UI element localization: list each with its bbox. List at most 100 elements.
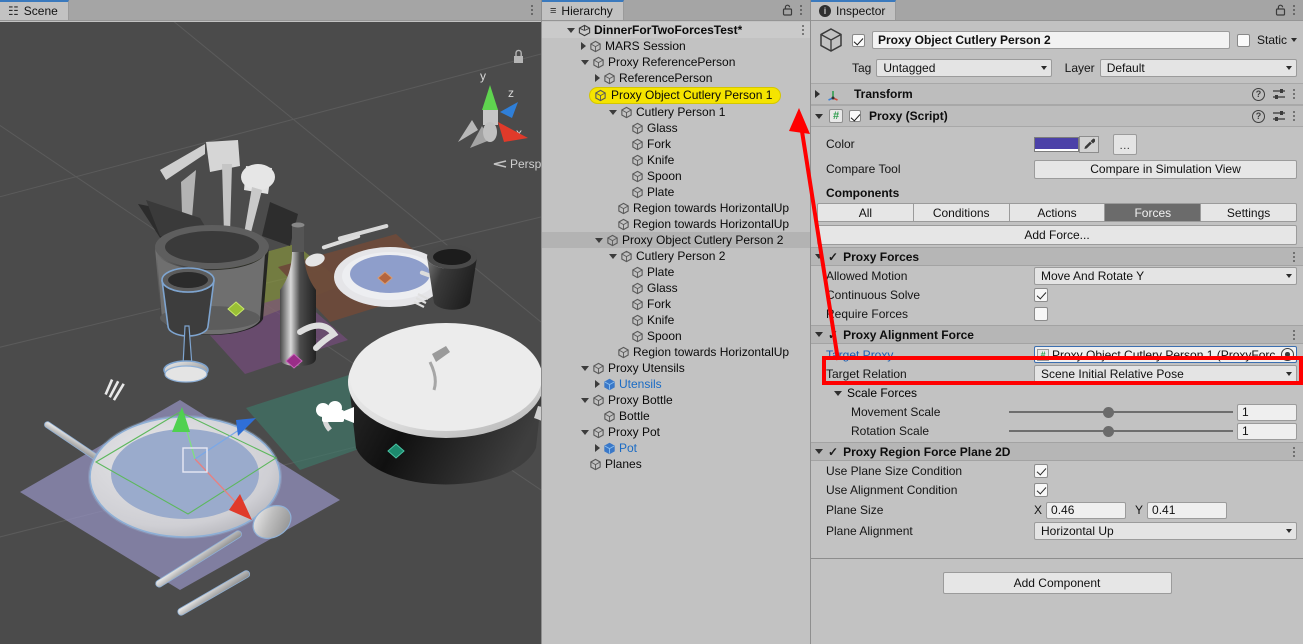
eyedropper-icon[interactable] [1079, 136, 1099, 153]
hierarchy-scene-root[interactable]: DinnerForTwoForcesTest* [542, 22, 810, 38]
target-relation-dropdown[interactable]: Scene Initial Relative Pose [1034, 365, 1297, 383]
proxy-script-enabled-checkbox[interactable] [849, 110, 861, 122]
use-plane-size-condition-checkbox[interactable] [1034, 464, 1048, 478]
chevron-down-icon[interactable] [581, 430, 589, 435]
help-icon[interactable]: ? [1252, 88, 1265, 101]
use-alignment-condition-checkbox[interactable] [1034, 483, 1048, 497]
add-component-button[interactable]: Add Component [943, 572, 1172, 594]
color-more-button[interactable]: ... [1113, 134, 1137, 155]
scale-forces-foldout[interactable]: Scale Forces [811, 384, 1303, 402]
chevron-right-icon[interactable] [581, 42, 586, 50]
hierarchy-item-pot[interactable]: Pot [542, 440, 810, 456]
object-picker-icon[interactable] [1281, 348, 1294, 361]
tab-inspector[interactable]: i Inspector [811, 0, 896, 20]
compare-in-simulation-view-button[interactable]: Compare in Simulation View [1034, 160, 1297, 179]
hierarchy-item-glass[interactable]: Glass [542, 280, 810, 296]
chevron-right-icon[interactable] [595, 444, 600, 452]
chevron-right-icon[interactable] [595, 380, 600, 388]
section-menu-icon[interactable] [1293, 328, 1297, 342]
hierarchy-item-proxy-object-cutlery-person-2[interactable]: Proxy Object Cutlery Person 2 [542, 232, 810, 248]
hierarchy-item-proxy-pot[interactable]: Proxy Pot [542, 424, 810, 440]
hierarchy-item-knife[interactable]: Knife [542, 152, 810, 168]
component-filter-tabs[interactable]: AllConditionsActionsForcesSettings [817, 203, 1297, 222]
hierarchy-item-proxy-referenceperson[interactable]: Proxy ReferencePerson [542, 54, 810, 70]
rotation-scale-input[interactable]: 1 [1237, 423, 1297, 440]
hierarchy-item-utensils[interactable]: Utensils [542, 376, 810, 392]
add-force-button[interactable]: Add Force... [817, 225, 1297, 245]
plane-size-y-input[interactable]: 0.41 [1147, 502, 1227, 519]
chevron-down-icon[interactable] [815, 254, 823, 259]
static-checkbox[interactable] [1237, 34, 1250, 47]
movement-scale-input[interactable]: 1 [1237, 404, 1297, 421]
chevron-down-icon[interactable] [815, 332, 823, 337]
chevron-down-icon[interactable] [595, 238, 603, 243]
static-dropdown[interactable]: Static [1257, 33, 1297, 47]
chevron-down-icon[interactable] [581, 366, 589, 371]
filter-tab-forces[interactable]: Forces [1105, 203, 1201, 222]
filter-tab-settings[interactable]: Settings [1201, 203, 1297, 222]
component-menu-icon[interactable] [1293, 109, 1297, 123]
allowed-motion-dropdown[interactable]: Move And Rotate Y [1034, 267, 1297, 285]
chevron-down-icon[interactable] [609, 110, 617, 115]
plane-size-x-input[interactable]: 0.46 [1046, 502, 1126, 519]
filter-tab-actions[interactable]: Actions [1010, 203, 1106, 222]
section-header-proxy-region-force-plane-2d[interactable]: ✓ Proxy Region Force Plane 2D [811, 442, 1303, 461]
hierarchy-item-proxy-utensils[interactable]: Proxy Utensils [542, 360, 810, 376]
chevron-down-icon[interactable] [834, 391, 842, 396]
filter-tab-all[interactable]: All [817, 203, 914, 222]
tag-dropdown[interactable]: Untagged [876, 59, 1051, 77]
section-menu-icon[interactable] [1293, 250, 1297, 264]
gameobject-enabled-checkbox[interactable] [852, 34, 865, 47]
movement-scale-slider[interactable] [1009, 411, 1237, 413]
preset-icon[interactable] [1272, 88, 1286, 100]
hierarchy-item-region-towards-horizontalup[interactable]: Region towards HorizontalUp [542, 200, 810, 216]
hierarchy-item-proxy-bottle[interactable]: Proxy Bottle [542, 392, 810, 408]
hierarchy-highlight-badge[interactable]: Proxy Object Cutlery Person 1 [589, 87, 781, 104]
hierarchy-item-cutlery-person-1[interactable]: Cutlery Person 1 [542, 104, 810, 120]
target-proxy-object-field[interactable]: # Proxy Object Cutlery Person 1 (ProxyFo… [1034, 346, 1297, 363]
hierarchy-item-cutlery-person-2[interactable]: Cutlery Person 2 [542, 248, 810, 264]
hierarchy-item-bottle[interactable]: Bottle [542, 408, 810, 424]
chevron-down-icon[interactable] [815, 449, 823, 454]
component-menu-icon[interactable] [1293, 87, 1297, 101]
chevron-down-icon[interactable] [581, 398, 589, 403]
component-header-transform[interactable]: Transform ? [811, 83, 1303, 105]
tab-hierarchy[interactable]: ≡ Hierarchy [542, 0, 624, 20]
plane-alignment-dropdown[interactable]: Horizontal Up [1034, 522, 1297, 540]
hierarchy-item-fork[interactable]: Fork [542, 296, 810, 312]
help-icon[interactable]: ? [1252, 110, 1265, 123]
proxy-forces-enabled-check[interactable]: ✓ [828, 250, 838, 264]
chevron-right-icon[interactable] [815, 90, 820, 98]
proxy-region-force-plane-enabled-check[interactable]: ✓ [828, 445, 838, 459]
section-menu-icon[interactable] [1293, 445, 1297, 459]
hierarchy-item-spoon[interactable]: Spoon [542, 328, 810, 344]
section-header-proxy-forces[interactable]: ✓ Proxy Forces [811, 247, 1303, 266]
require-forces-checkbox[interactable] [1034, 307, 1048, 321]
hierarchy-item-plate[interactable]: Plate [542, 184, 810, 200]
filter-tab-conditions[interactable]: Conditions [914, 203, 1010, 222]
hierarchy-item-spoon[interactable]: Spoon [542, 168, 810, 184]
hierarchy-item-region-towards-horizontalup[interactable]: Region towards HorizontalUp [542, 344, 810, 360]
chevron-down-icon[interactable] [815, 114, 823, 119]
continuous-solve-checkbox[interactable] [1034, 288, 1048, 302]
chevron-down-icon[interactable] [609, 254, 617, 259]
hierarchy-tree[interactable]: DinnerForTwoForcesTest*MARS SessionProxy… [542, 22, 810, 644]
chevron-right-icon[interactable] [595, 74, 600, 82]
hierarchy-menu-icon[interactable] [800, 3, 804, 17]
chevron-down-icon[interactable] [581, 60, 589, 65]
hierarchy-item-knife[interactable]: Knife [542, 312, 810, 328]
lock-icon[interactable] [782, 4, 793, 16]
gameobject-name-input[interactable]: Proxy Object Cutlery Person 2 [872, 31, 1230, 49]
hierarchy-item-region-towards-horizontalup[interactable]: Region towards HorizontalUp [542, 216, 810, 232]
hierarchy-item-mars-session[interactable]: MARS Session [542, 38, 810, 54]
layer-dropdown[interactable]: Default [1100, 59, 1297, 77]
rotation-scale-slider[interactable] [1009, 430, 1237, 432]
tab-scene[interactable]: ☷ Scene [0, 0, 69, 20]
scene-viewport[interactable]: y z x Persp [0, 22, 541, 644]
section-header-proxy-alignment-force[interactable]: ✓ Proxy Alignment Force [811, 325, 1303, 344]
hierarchy-item-fork[interactable]: Fork [542, 136, 810, 152]
hierarchy-item-glass[interactable]: Glass [542, 120, 810, 136]
scene-menu-icon[interactable] [531, 3, 535, 17]
proxy-alignment-force-enabled-check[interactable]: ✓ [828, 328, 838, 342]
scene-context-menu-icon[interactable] [802, 23, 806, 37]
